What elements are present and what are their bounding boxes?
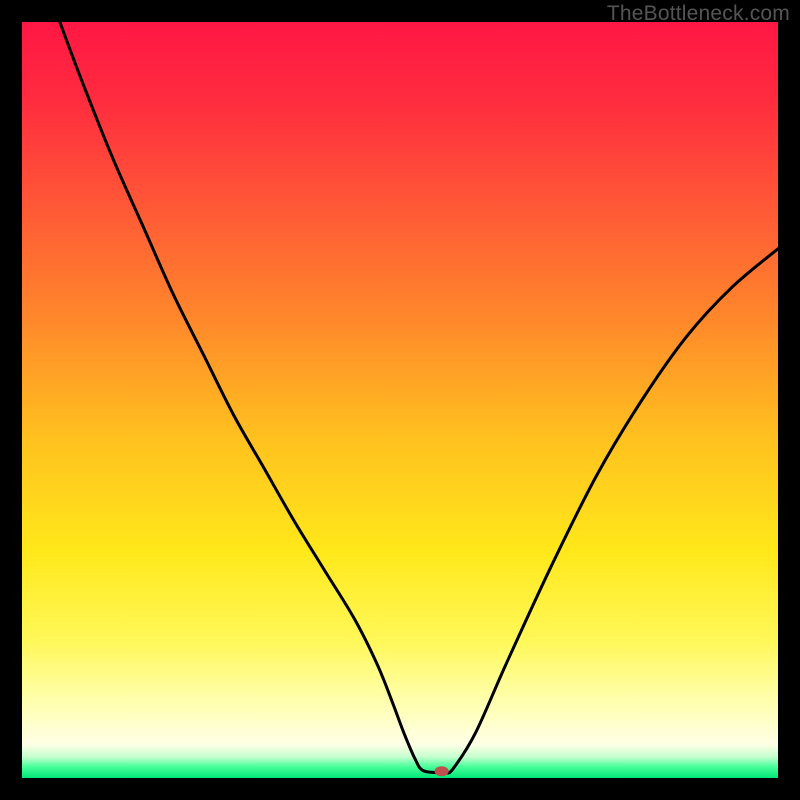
- chart-svg: [22, 22, 778, 778]
- plot-area: [22, 22, 778, 778]
- chart-frame: TheBottleneck.com: [0, 0, 800, 800]
- gradient-background: [22, 22, 778, 778]
- watermark-text: TheBottleneck.com: [607, 2, 790, 26]
- optimal-point-marker: [435, 766, 449, 776]
